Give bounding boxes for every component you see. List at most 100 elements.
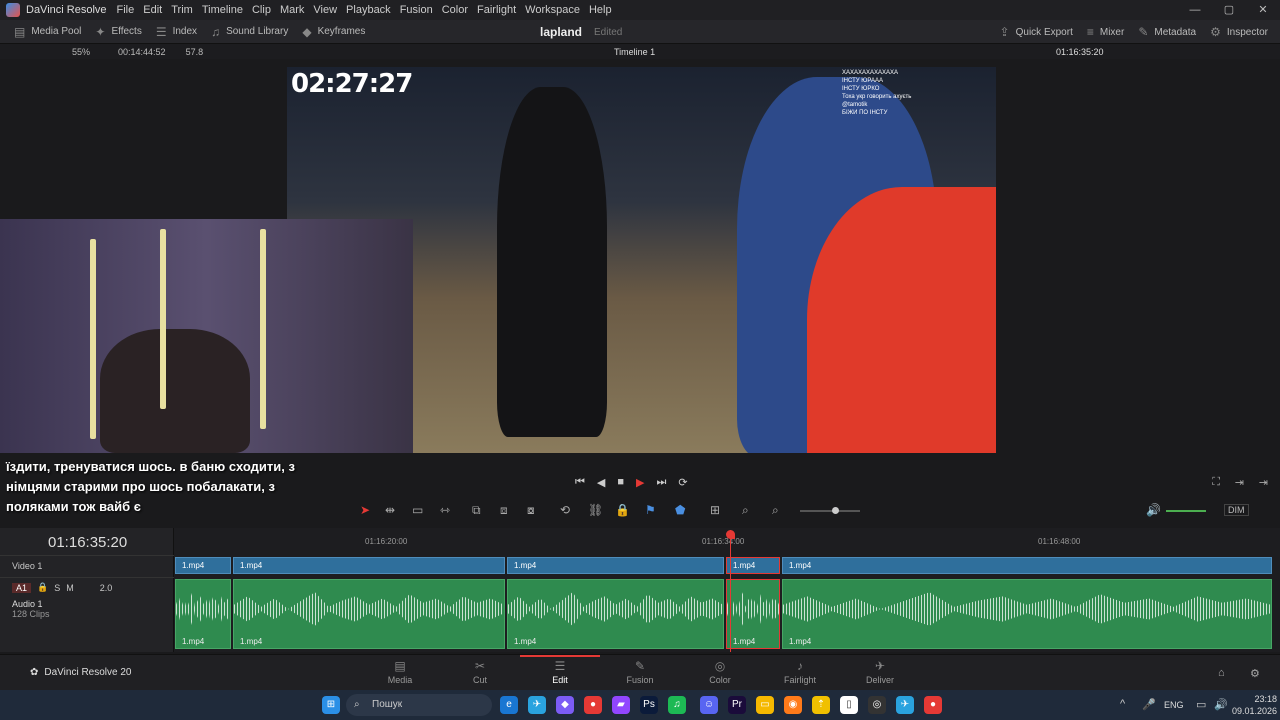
menu-view[interactable]: View: [313, 4, 337, 16]
go-to-start-icon[interactable]: ⏮: [575, 476, 585, 489]
zoom-slider-handle[interactable]: [832, 507, 839, 514]
chrome-icon[interactable]: ●: [924, 696, 942, 714]
menu-trim[interactable]: Trim: [171, 4, 193, 16]
mute-icon[interactable]: M: [66, 583, 74, 593]
snapping-icon[interactable]: ⟲: [560, 503, 570, 517]
app-icon[interactable]: ◆: [556, 696, 574, 714]
chrome-icon[interactable]: ●: [584, 696, 602, 714]
play-icon[interactable]: ▶: [636, 476, 644, 489]
network-icon[interactable]: ▭: [1196, 698, 1206, 711]
dim-button[interactable]: DIM: [1224, 504, 1249, 516]
language-indicator[interactable]: ENG: [1164, 700, 1184, 710]
firefox-icon[interactable]: ◉: [784, 696, 802, 714]
zoom-detail-icon[interactable]: ⌕: [742, 503, 749, 518]
zoom-slider[interactable]: [800, 507, 860, 514]
stop-icon[interactable]: ■: [617, 476, 624, 489]
effects-button[interactable]: ✦ Effects: [95, 25, 141, 39]
menu-edit[interactable]: Edit: [143, 4, 162, 16]
tab-fusion[interactable]: ✎ Fusion: [600, 659, 680, 685]
tray-chevron-icon[interactable]: ^: [1120, 698, 1125, 710]
go-to-end-icon[interactable]: ⏭: [657, 476, 667, 489]
video-clip[interactable]: 1.mp4: [782, 557, 1272, 574]
obs-icon[interactable]: ◎: [868, 696, 886, 714]
sound-library-button[interactable]: ♫ Sound Library: [211, 25, 288, 39]
menu-file[interactable]: File: [117, 4, 135, 16]
video-clip[interactable]: 1.mp4: [233, 557, 505, 574]
quick-export-button[interactable]: ⇪ Quick Export: [1000, 25, 1073, 39]
volume-slider[interactable]: [1166, 510, 1206, 512]
speaker-icon[interactable]: 🔊: [1214, 698, 1228, 711]
menu-help[interactable]: Help: [589, 4, 612, 16]
minimize-icon[interactable]: —: [1178, 0, 1212, 20]
media-pool-button[interactable]: ▤ Media Pool: [14, 25, 81, 39]
video-clip-selected[interactable]: 1.mp4: [726, 557, 780, 574]
maximize-icon[interactable]: ▢: [1212, 0, 1246, 20]
lock-icon[interactable]: 🔒: [615, 503, 630, 517]
spotify-icon[interactable]: ♫: [668, 696, 686, 714]
selection-tool-icon[interactable]: ➤: [360, 503, 370, 517]
inspector-button[interactable]: ⚙ Inspector: [1210, 25, 1268, 39]
menu-mark[interactable]: Mark: [280, 4, 304, 16]
app-icon[interactable]: ⇡: [812, 696, 830, 714]
timeline-panel[interactable]: 01:16:35:20 Video 1 A1 🔒 S M 2.0 Audio 1…: [0, 528, 1280, 652]
taskbar-search[interactable]: ⌕ Пошук: [346, 694, 492, 716]
menu-clip[interactable]: Clip: [252, 4, 271, 16]
tab-fairlight[interactable]: ♪ Fairlight: [760, 659, 840, 685]
menu-color[interactable]: Color: [442, 4, 468, 16]
audio-clip[interactable]: 1.mp4: [175, 579, 231, 649]
audio-track-header[interactable]: A1 🔒 S M 2.0 Audio 1 128 Clips: [0, 577, 174, 649]
tab-color[interactable]: ◎ Color: [680, 659, 760, 685]
video-track-header[interactable]: Video 1: [0, 555, 174, 575]
trim-tool-icon[interactable]: ⇹: [385, 503, 395, 517]
file-explorer-icon[interactable]: ▭: [756, 696, 774, 714]
premiere-icon[interactable]: Pr: [728, 696, 746, 714]
keyframes-button[interactable]: ◆ Keyframes: [302, 25, 365, 39]
menu-fairlight[interactable]: Fairlight: [477, 4, 516, 16]
settings-gear-icon[interactable]: ⚙: [1250, 667, 1260, 680]
blade-tool-icon[interactable]: ▭: [412, 503, 423, 517]
fullscreen-icon[interactable]: ⛶: [1212, 476, 1220, 489]
dynamic-trim-icon[interactable]: ⇿: [440, 503, 450, 517]
link-icon[interactable]: ⛓: [588, 503, 603, 517]
telegram-icon[interactable]: ✈: [528, 696, 546, 714]
audio-clip[interactable]: 1.mp4: [233, 579, 505, 649]
video-viewer[interactable]: 02:27:27 ХАХАХАХАХАХАХА ІНСТУ ЮРААА ІНСТ…: [0, 59, 1280, 514]
notepad-icon[interactable]: ▯: [840, 696, 858, 714]
insert-clip-icon[interactable]: ⧉: [472, 503, 481, 518]
discord-icon[interactable]: ☺: [700, 696, 718, 714]
telegram-icon[interactable]: ✈: [896, 696, 914, 714]
zoom-custom-icon[interactable]: ⌕: [772, 503, 779, 518]
loop-icon[interactable]: ⟳: [678, 476, 687, 489]
solo-icon[interactable]: S: [54, 583, 60, 593]
video-clip[interactable]: 1.mp4: [175, 557, 231, 574]
lock-track-icon[interactable]: 🔒: [37, 582, 48, 593]
audio-clip[interactable]: 1.mp4: [782, 579, 1272, 649]
zoom-full-icon[interactable]: ⊞: [710, 503, 720, 517]
photoshop-icon[interactable]: Ps: [640, 696, 658, 714]
end-clip-icon[interactable]: ⇥: [1259, 476, 1268, 489]
index-button[interactable]: ☰ Index: [156, 25, 197, 39]
playhead[interactable]: [726, 530, 735, 652]
overwrite-clip-icon[interactable]: ⧈: [500, 503, 508, 518]
volume-icon[interactable]: 🔊: [1146, 503, 1161, 517]
menu-playback[interactable]: Playback: [346, 4, 391, 16]
menu-timeline[interactable]: Timeline: [202, 4, 243, 16]
twitch-icon[interactable]: ▰: [612, 696, 630, 714]
marker-icon[interactable]: ⬟: [675, 503, 685, 517]
replace-clip-icon[interactable]: ⧇: [527, 503, 535, 518]
metadata-button[interactable]: ✎ Metadata: [1138, 25, 1196, 39]
timeline-ruler[interactable]: 01:16:20:00 01:16:34:00 01:16:48:00: [175, 528, 1275, 554]
home-icon[interactable]: ⌂: [1218, 667, 1225, 679]
mixer-button[interactable]: ≡ Mixer: [1087, 25, 1124, 39]
close-icon[interactable]: ✕: [1246, 0, 1280, 20]
edge-icon[interactable]: e: [500, 696, 518, 714]
tab-edit[interactable]: ☰ Edit: [520, 655, 600, 685]
video-clip[interactable]: 1.mp4: [507, 557, 724, 574]
tab-media[interactable]: ▤ Media: [360, 659, 440, 685]
menu-workspace[interactable]: Workspace: [525, 4, 580, 16]
step-back-icon[interactable]: ◀: [597, 476, 605, 489]
audio-track-id[interactable]: A1: [12, 582, 32, 593]
zoom-level[interactable]: 55%: [72, 47, 90, 57]
tab-cut[interactable]: ✂ Cut: [440, 659, 520, 685]
next-clip-icon[interactable]: ⇥: [1235, 476, 1244, 489]
